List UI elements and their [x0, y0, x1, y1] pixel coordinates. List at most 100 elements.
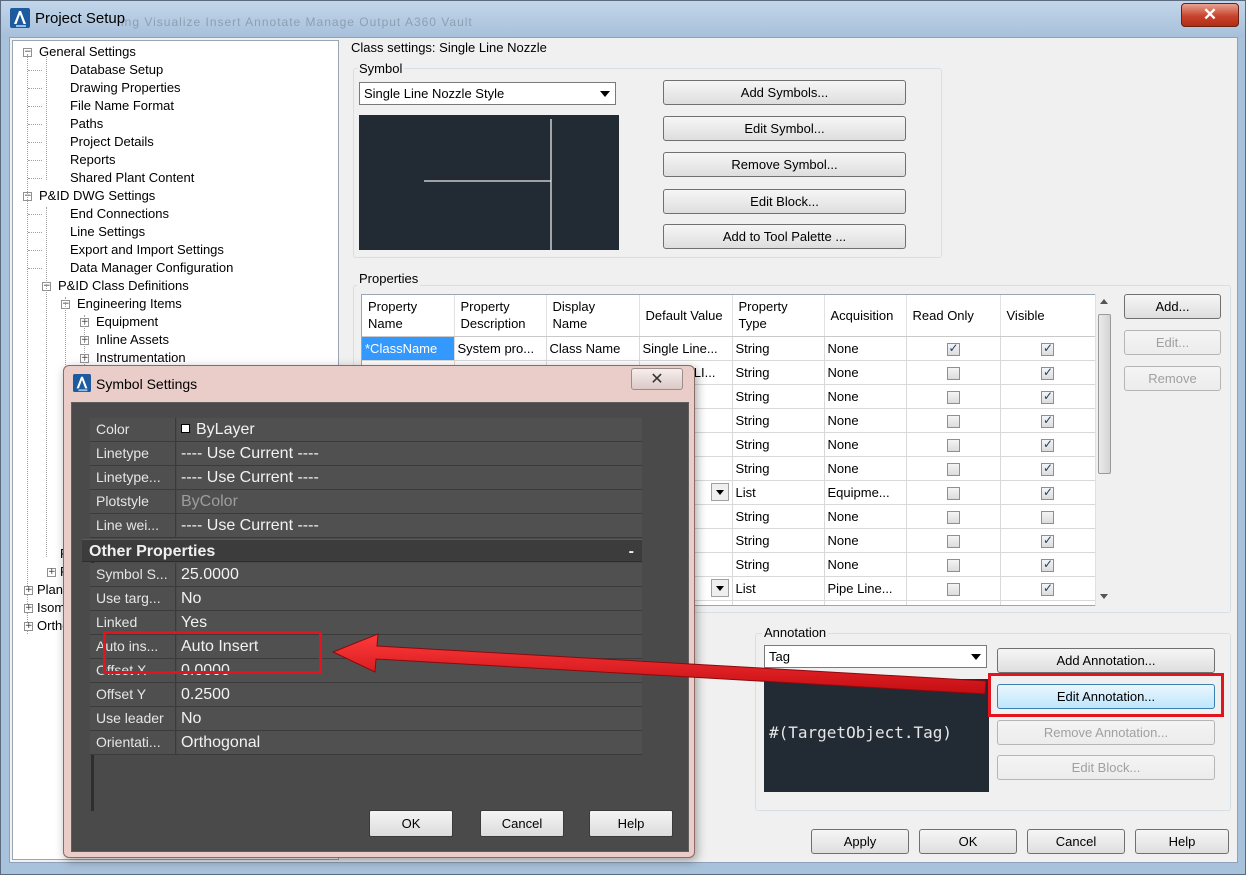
- read-only-checkbox[interactable]: [946, 462, 960, 476]
- expand-icon[interactable]: +: [24, 622, 33, 631]
- table-cell[interactable]: None: [824, 408, 907, 433]
- visible-checkbox[interactable]: [1041, 485, 1054, 500]
- tree-item[interactable]: P&ID DWG Settings: [39, 187, 155, 205]
- palette-row[interactable]: Use targ... No: [90, 587, 642, 611]
- palette-row-value[interactable]: ---- Use Current ----: [177, 442, 642, 465]
- table-cell[interactable]: String: [732, 504, 825, 529]
- palette-row-value[interactable]: No: [177, 707, 642, 730]
- read-only-checkbox[interactable]: [946, 558, 960, 572]
- table-cell[interactable]: List: [732, 480, 825, 505]
- tree-item[interactable]: Line Settings: [70, 223, 145, 241]
- remove-property-button[interactable]: Remove: [1124, 366, 1221, 391]
- tree-item[interactable]: Equipment: [96, 313, 158, 331]
- annotation-style-combo[interactable]: Tag: [764, 645, 987, 668]
- table-cell[interactable]: List: [732, 576, 825, 601]
- cancel-button[interactable]: Cancel: [1027, 829, 1125, 854]
- properties-scrollbar[interactable]: [1095, 294, 1113, 606]
- tree-item[interactable]: Database Setup: [70, 61, 163, 79]
- table-cell[interactable]: String: [732, 384, 825, 409]
- table-cell[interactable]: System pro...: [454, 336, 547, 361]
- annotation-edit-block-button[interactable]: Edit Block...: [997, 755, 1215, 780]
- visible-checkbox[interactable]: [1041, 437, 1054, 452]
- palette-row[interactable]: Line wei... ---- Use Current ----: [90, 514, 642, 538]
- expand-icon[interactable]: +: [24, 586, 33, 595]
- visible-checkbox[interactable]: [1041, 341, 1054, 356]
- apply-button[interactable]: Apply: [811, 829, 909, 854]
- table-cell[interactable]: Equipme...: [824, 480, 907, 505]
- scroll-thumb[interactable]: [1098, 314, 1111, 474]
- table-cell[interactable]: String: [732, 528, 825, 553]
- tree-item[interactable]: Reports: [70, 151, 116, 169]
- column-header[interactable]: Acquisition: [824, 295, 907, 337]
- palette-row[interactable]: Plotstyle ByColor: [90, 490, 642, 514]
- tree-item[interactable]: Engineering Items: [77, 295, 182, 313]
- column-header[interactable]: Read Only: [906, 295, 1001, 337]
- column-header[interactable]: Display Name: [546, 295, 640, 337]
- palette-row-value[interactable]: ---- Use Current ----: [177, 466, 642, 489]
- table-cell[interactable]: None: [824, 360, 907, 385]
- visible-checkbox[interactable]: [1041, 510, 1054, 524]
- tree-item[interactable]: End Connections: [70, 205, 169, 223]
- read-only-checkbox[interactable]: [946, 486, 960, 500]
- read-only-checkbox[interactable]: [946, 510, 960, 524]
- tree-item[interactable]: Isom: [37, 599, 65, 617]
- table-cell[interactable]: None: [824, 552, 907, 577]
- dialog-cancel-button[interactable]: Cancel: [480, 810, 564, 837]
- table-cell[interactable]: Pipe Line...: [824, 576, 907, 601]
- palette-row[interactable]: Color ByLayer: [90, 418, 642, 442]
- table-cell[interactable]: None: [824, 432, 907, 457]
- column-header[interactable]: Property Description: [454, 295, 547, 337]
- edit-block-button[interactable]: Edit Block...: [663, 189, 906, 214]
- read-only-checkbox[interactable]: [946, 534, 960, 548]
- table-cell[interactable]: *ClassName: [362, 336, 455, 361]
- table-cell[interactable]: None: [824, 456, 907, 481]
- column-header[interactable]: Default Value: [639, 295, 733, 337]
- table-cell[interactable]: None: [824, 336, 907, 361]
- dialog-help-button[interactable]: Help: [589, 810, 673, 837]
- scroll-down-icon[interactable]: [1100, 594, 1108, 599]
- visible-checkbox[interactable]: [1041, 557, 1054, 572]
- table-cell[interactable]: None: [824, 384, 907, 409]
- tree-item[interactable]: Data Manager Configuration: [70, 259, 233, 277]
- visible-checkbox[interactable]: [1041, 581, 1054, 596]
- table-cell[interactable]: String: [732, 408, 825, 433]
- tree-item[interactable]: Inline Assets: [96, 331, 169, 349]
- tree-item[interactable]: P&ID Class Definitions: [58, 277, 189, 295]
- tree-item[interactable]: Export and Import Settings: [70, 241, 224, 259]
- expand-icon[interactable]: +: [47, 568, 56, 577]
- palette-row[interactable]: Linetype... ---- Use Current ----: [90, 466, 642, 490]
- table-cell[interactable]: String: [732, 432, 825, 457]
- visible-checkbox[interactable]: [1041, 389, 1054, 404]
- table-cell[interactable]: None: [824, 504, 907, 529]
- palette-row-value[interactable]: 25.0000: [177, 563, 642, 586]
- visible-checkbox[interactable]: [1041, 365, 1054, 380]
- palette-row[interactable]: Symbol S... 25.0000: [90, 563, 642, 587]
- chevron-down-icon[interactable]: [710, 483, 729, 501]
- tree-item[interactable]: Plan: [37, 581, 63, 599]
- edit-property-button[interactable]: Edit...: [1124, 330, 1221, 355]
- palette-row[interactable]: Use leader No: [90, 707, 642, 731]
- palette-row-value[interactable]: ByLayer: [177, 418, 642, 441]
- table-cell[interactable]: None: [824, 528, 907, 553]
- window-close-button[interactable]: ✕: [1181, 3, 1239, 27]
- column-header[interactable]: Property Type: [732, 295, 825, 337]
- palette-row-value[interactable]: No: [177, 587, 642, 610]
- tree-item[interactable]: General Settings: [39, 43, 136, 61]
- expand-icon[interactable]: +: [24, 604, 33, 613]
- palette-row-value[interactable]: 0.2500: [177, 683, 642, 706]
- add-property-button[interactable]: Add...: [1124, 294, 1221, 319]
- table-cell[interactable]: Pipe Li...: [824, 600, 907, 605]
- read-only-checkbox[interactable]: [946, 438, 960, 452]
- palette-row-value[interactable]: ---- Use Current ----: [177, 514, 642, 537]
- palette-row-value[interactable]: ByColor: [177, 490, 642, 513]
- remove-annotation-button[interactable]: Remove Annotation...: [997, 720, 1215, 745]
- help-button[interactable]: Help: [1135, 829, 1229, 854]
- table-cell[interactable]: String: [732, 552, 825, 577]
- tree-item[interactable]: Project Details: [70, 133, 154, 151]
- tree-item[interactable]: Shared Plant Content: [70, 169, 194, 187]
- table-cell[interactable]: String: [732, 456, 825, 481]
- tree-item[interactable]: Paths: [70, 115, 103, 133]
- visible-checkbox[interactable]: [1041, 533, 1054, 548]
- add-annotation-button[interactable]: Add Annotation...: [997, 648, 1215, 673]
- read-only-checkbox[interactable]: [946, 341, 960, 356]
